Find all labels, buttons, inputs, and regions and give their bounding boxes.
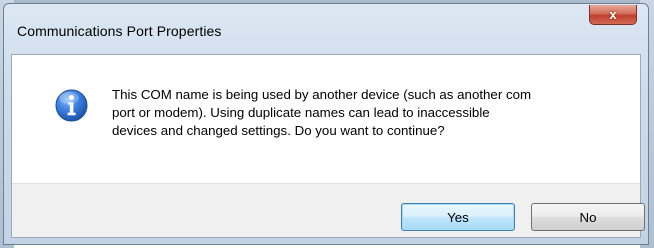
message-area: This COM name is being used by another d… xyxy=(12,55,640,183)
yes-button[interactable]: Yes xyxy=(401,203,515,231)
info-icon xyxy=(55,89,88,122)
close-icon: x xyxy=(609,7,617,22)
window-title: Communications Port Properties xyxy=(17,23,222,39)
message-line: This COM name is being used by another d… xyxy=(112,87,532,102)
message-line: devices and changed settings. Do you wan… xyxy=(112,123,445,138)
message-text: This COM name is being used by another d… xyxy=(112,86,632,140)
message-dialog: Communications Port Properties x This CO… xyxy=(3,3,649,245)
title-bar[interactable]: Communications Port Properties x xyxy=(4,4,648,54)
close-button[interactable]: x xyxy=(589,5,637,25)
button-bar: Yes No xyxy=(12,183,645,237)
no-button[interactable]: No xyxy=(531,203,645,231)
dialog-content: This COM name is being used by another d… xyxy=(11,54,645,238)
message-line: port or modem). Using duplicate names ca… xyxy=(112,105,490,120)
